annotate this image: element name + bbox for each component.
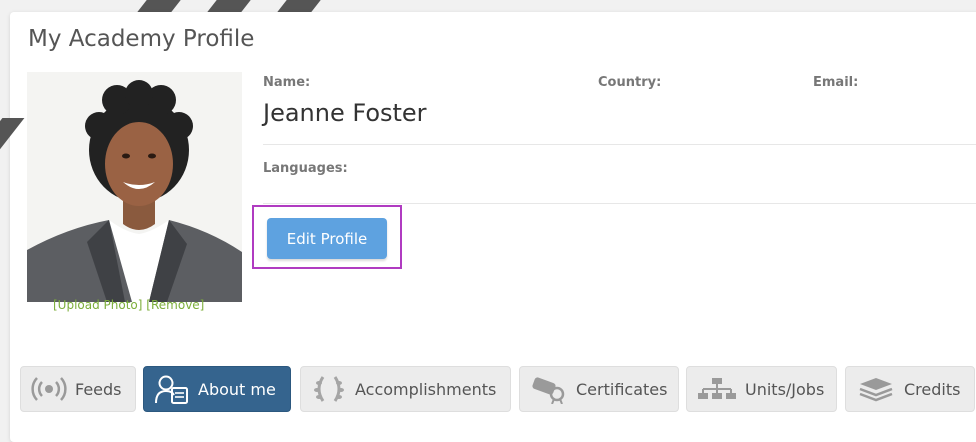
tab-label: Credits bbox=[904, 379, 961, 399]
tab-label: Units/Jobs bbox=[745, 379, 825, 399]
name-value: Jeanne Foster bbox=[263, 99, 427, 127]
tab-accomplishments[interactable]: Accomplishments bbox=[300, 366, 511, 412]
remove-photo-link[interactable]: [Remove] bbox=[146, 298, 204, 312]
tab-label: About me bbox=[198, 379, 276, 399]
tab-units-jobs[interactable]: Units/Jobs bbox=[686, 366, 837, 412]
country-label: Country: bbox=[598, 75, 662, 90]
upload-photo-link[interactable]: [Upload Photo] bbox=[53, 298, 142, 312]
tab-about-me[interactable]: About me bbox=[143, 366, 291, 412]
feeds-icon bbox=[31, 377, 67, 401]
laurel-icon bbox=[314, 376, 344, 402]
org-chart-icon bbox=[698, 378, 736, 399]
certificate-icon bbox=[532, 377, 565, 404]
divider bbox=[263, 144, 976, 145]
edit-profile-button[interactable]: Edit Profile bbox=[267, 218, 387, 259]
about-me-icon bbox=[155, 375, 188, 404]
tab-label: Certificates bbox=[576, 379, 668, 399]
divider bbox=[263, 203, 976, 204]
profile-card: My Academy Profile [Upload Photo] [Remov… bbox=[10, 12, 976, 442]
tab-credits[interactable]: Credits bbox=[845, 366, 975, 412]
credits-stack-icon bbox=[859, 378, 893, 402]
photo-links: [Upload Photo] [Remove] bbox=[53, 298, 204, 312]
name-label: Name: bbox=[263, 75, 311, 90]
page-title: My Academy Profile bbox=[28, 26, 255, 52]
profile-photo bbox=[27, 72, 242, 302]
tab-feeds[interactable]: Feeds bbox=[20, 366, 136, 412]
tab-certificates[interactable]: Certificates bbox=[519, 366, 679, 412]
languages-label: Languages: bbox=[263, 161, 348, 176]
tab-label: Feeds bbox=[75, 379, 122, 399]
email-label: Email: bbox=[813, 75, 859, 90]
tab-label: Accomplishments bbox=[355, 379, 497, 399]
